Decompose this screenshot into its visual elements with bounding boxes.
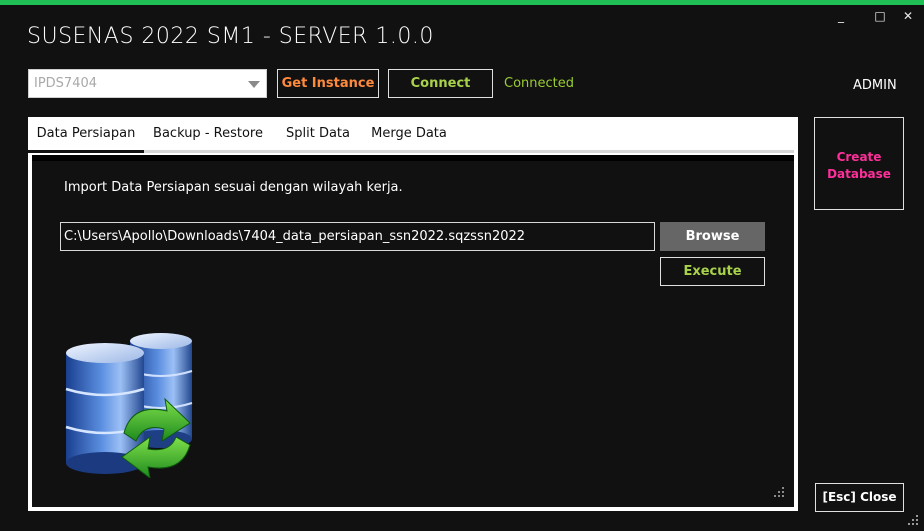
minimize-icon[interactable]: _ xyxy=(831,9,851,23)
chevron-down-icon[interactable] xyxy=(248,81,260,88)
close-icon[interactable]: ✕ xyxy=(898,9,918,23)
close-button[interactable]: [Esc] Close xyxy=(815,483,904,512)
browse-button[interactable]: Browse xyxy=(660,222,765,251)
front-cylinder-body xyxy=(66,353,144,463)
maximize-icon[interactable]: □ xyxy=(870,9,890,23)
tab-content-data-persiapan: Import Data Persiapan sesuai dengan wila… xyxy=(32,155,794,507)
window-resize-grip-icon[interactable] xyxy=(907,514,919,526)
window-title: SUSENAS 2022 SM1 - SERVER 1.0.0 xyxy=(27,24,434,49)
tab-bar: Data Persiapan Backup - Restore Split Da… xyxy=(28,117,798,153)
connection-status: Connected xyxy=(504,76,575,91)
create-database-button[interactable]: Create Database xyxy=(814,117,904,210)
get-instance-button[interactable]: Get Instance xyxy=(277,69,379,98)
tab-data-persiapan[interactable]: Data Persiapan xyxy=(28,117,144,151)
tab-split-data[interactable]: Split Data xyxy=(283,117,353,151)
window-accent-bar xyxy=(0,0,924,5)
tab-merge-data[interactable]: Merge Data xyxy=(368,117,450,151)
instance-dropdown-value: IPDS7404 xyxy=(34,76,98,91)
create-database-label-line2: Database xyxy=(827,167,891,181)
active-tab-indicator xyxy=(28,150,144,153)
import-description: Import Data Persiapan sesuai dengan wila… xyxy=(64,180,403,195)
execute-button[interactable]: Execute xyxy=(660,257,765,286)
tab-divider xyxy=(144,150,794,153)
resize-grip-icon xyxy=(774,487,784,497)
instance-dropdown[interactable]: IPDS7404 xyxy=(28,69,267,98)
content-divider xyxy=(32,155,794,161)
connect-button[interactable]: Connect xyxy=(388,69,493,98)
create-database-label-line1: Create xyxy=(836,150,882,164)
main-panel: Data Persiapan Backup - Restore Split Da… xyxy=(28,117,798,511)
file-path-input[interactable]: C:\Users\Apollo\Downloads\7404_data_pers… xyxy=(60,222,655,251)
tab-backup-restore[interactable]: Backup - Restore xyxy=(150,117,266,151)
database-sync-icon xyxy=(65,333,193,478)
user-name: ADMIN xyxy=(853,78,897,93)
